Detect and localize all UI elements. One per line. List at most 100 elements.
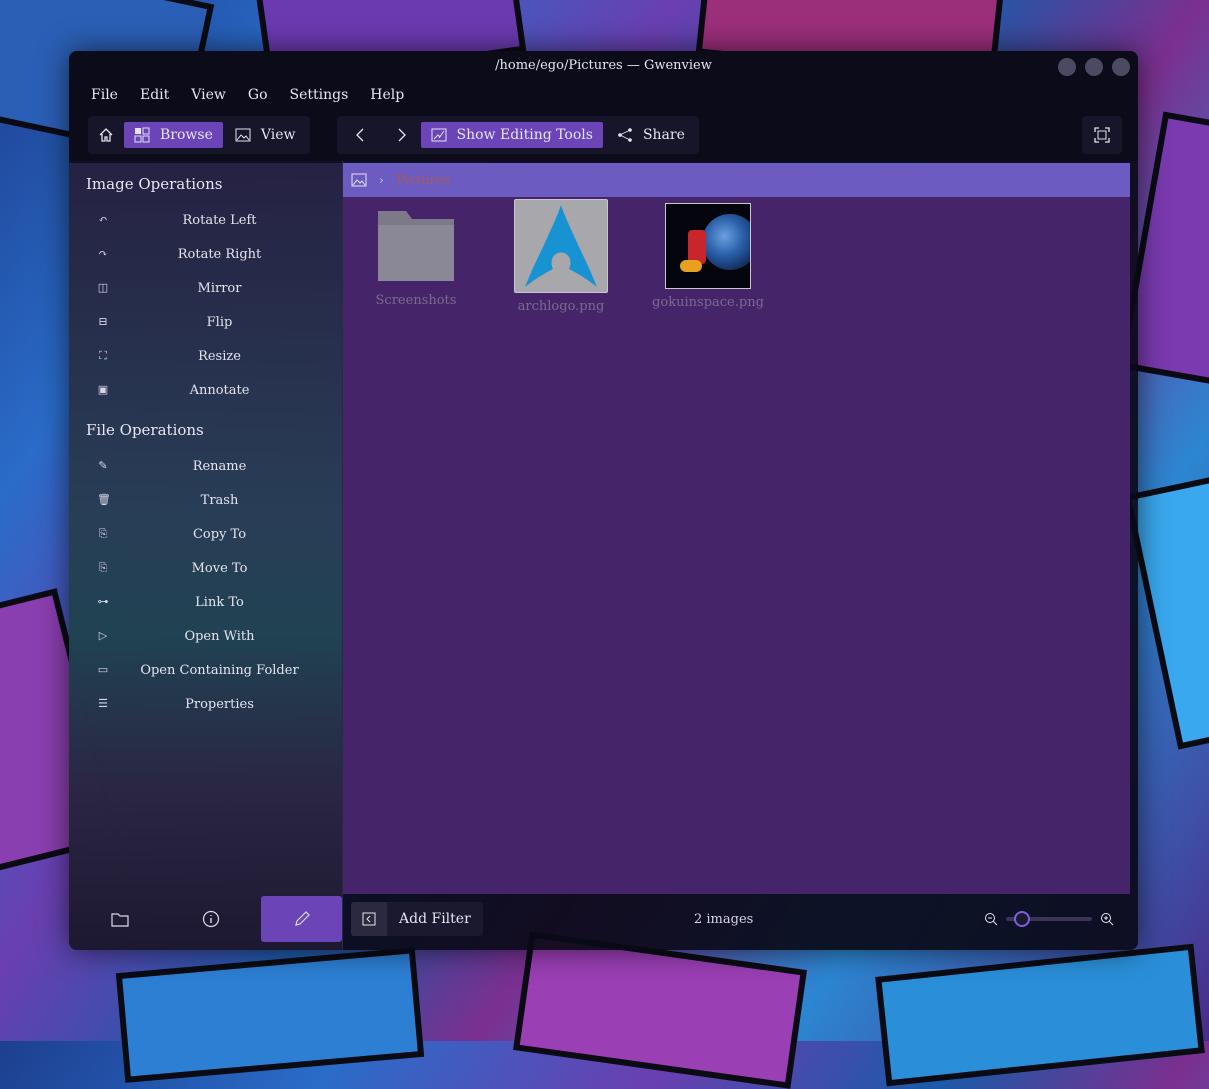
edit-image-icon <box>431 128 446 142</box>
file-operations-title: File Operations <box>86 421 204 439</box>
add-filter-label: Add Filter <box>399 911 471 927</box>
copy-to-label: Copy To <box>192 526 247 542</box>
browse-button[interactable]: Browse <box>124 122 223 148</box>
zoom-control <box>984 911 1114 927</box>
view-label: View <box>260 127 296 143</box>
annotate-item[interactable]: ▣ Annotate <box>69 373 342 407</box>
fullscreen-icon[interactable] <box>1094 127 1110 143</box>
thumbnail-view[interactable]: › Pictures Screenshots archlogo.png goku… <box>343 163 1130 894</box>
show-editing-tools-button[interactable]: Show Editing Tools <box>420 122 603 148</box>
mirror-icon: ◫ <box>97 281 109 294</box>
chevron-left-icon <box>355 128 363 142</box>
sidebar-tabs <box>69 896 342 942</box>
back-button[interactable] <box>341 122 381 148</box>
wallpaper-shape <box>513 931 807 1089</box>
link-to-item[interactable]: ⊶ Link To <box>69 585 342 619</box>
open-containing-folder-item[interactable]: ▭ Open Containing Folder <box>69 653 342 687</box>
view-button[interactable]: View <box>225 122 306 148</box>
earth-graphic <box>702 214 750 270</box>
rotate-left-label: Rotate Left <box>182 212 257 228</box>
rotate-right-item[interactable]: ↷ Rotate Right <box>69 237 342 271</box>
copy-to-item[interactable]: ⎘ Copy To <box>69 517 342 551</box>
flip-icon: ⊟ <box>98 315 108 328</box>
thumbnail-item[interactable]: gokuinspace.png <box>635 197 781 310</box>
menu-edit[interactable]: Edit <box>140 87 169 103</box>
folder-icon: ▭ <box>97 663 109 676</box>
maximize-button[interactable] <box>1085 58 1103 76</box>
wallpaper-shape <box>875 943 1205 1087</box>
breadcrumb-current[interactable]: Pictures <box>396 173 450 188</box>
cloud-graphic <box>680 260 702 272</box>
thumbnail-item[interactable]: archlogo.png <box>488 197 634 314</box>
thumbnail-caption: gokuinspace.png <box>652 295 764 310</box>
nav-group: Show Editing Tools Share <box>336 116 699 154</box>
properties-icon: ☰ <box>98 697 108 710</box>
zoom-in-icon[interactable] <box>1100 912 1114 926</box>
open-containing-folder-label: Open Containing Folder <box>140 662 299 678</box>
places-icon[interactable] <box>351 172 367 188</box>
rotate-right-icon: ↷ <box>98 247 108 260</box>
folder-icon <box>378 211 454 281</box>
zoom-slider[interactable] <box>1006 911 1092 927</box>
show-editing-tools-label: Show Editing Tools <box>456 127 593 143</box>
thumbnail-grid: Screenshots archlogo.png gokuinspace.png <box>343 197 1130 317</box>
image-icon <box>235 128 251 142</box>
menu-help[interactable]: Help <box>370 87 404 103</box>
content-area: Image Operations ↶ Rotate Left ↷ Rotate Ri… <box>69 161 1138 950</box>
resize-label: Resize <box>198 348 241 364</box>
share-label: Share <box>642 127 685 143</box>
operations-tab[interactable] <box>261 896 342 942</box>
resize-item[interactable]: ⛶ Resize <box>69 339 342 373</box>
menu-go[interactable]: Go <box>248 87 268 103</box>
add-filter-button[interactable]: Add Filter <box>351 902 483 936</box>
trash-icon: 🗑 <box>97 493 111 506</box>
rotate-left-item[interactable]: ↶ Rotate Left <box>69 203 342 237</box>
rotate-right-label: Rotate Right <box>177 246 262 262</box>
mode-group: Browse View <box>88 116 310 154</box>
breadcrumb: › Pictures <box>343 163 1130 197</box>
mirror-label: Mirror <box>197 280 242 296</box>
rename-label: Rename <box>192 458 247 474</box>
filter-toggle-icon <box>351 902 387 936</box>
mirror-item[interactable]: ◫ Mirror <box>69 271 342 305</box>
thumbnail-item[interactable]: Screenshots <box>343 197 489 308</box>
image-operations-title: Image Operations <box>86 175 223 193</box>
minimize-button[interactable] <box>1058 58 1076 76</box>
forward-button[interactable] <box>381 122 421 148</box>
gokuinspace-thumbnail <box>665 203 751 289</box>
flip-item[interactable]: ⊟ Flip <box>69 305 342 339</box>
folders-tab[interactable] <box>79 896 160 942</box>
zoom-out-icon[interactable] <box>984 912 998 926</box>
properties-label: Properties <box>185 696 254 712</box>
menu-file[interactable]: File <box>91 87 118 103</box>
title-bar[interactable]: /home/ego/Pictures — Gwenview <box>69 51 1138 81</box>
annotate-icon: ▣ <box>97 383 109 396</box>
properties-item[interactable]: ☰ Properties <box>69 687 342 721</box>
open-with-item[interactable]: ▷ Open With <box>69 619 342 653</box>
info-icon <box>202 910 219 928</box>
gwenview-window: /home/ego/Pictures — Gwenview File Edit … <box>69 51 1138 950</box>
pencil-icon <box>294 911 310 926</box>
chevron-right-icon <box>398 128 406 142</box>
close-button[interactable] <box>1112 58 1130 76</box>
zoom-slider-handle[interactable] <box>1014 911 1030 927</box>
menu-view[interactable]: View <box>191 87 226 103</box>
move-to-item[interactable]: ⎘ Move To <box>69 551 342 585</box>
folder-icon <box>110 913 129 927</box>
menu-settings[interactable]: Settings <box>290 87 349 103</box>
rename-item[interactable]: ✎ Rename <box>69 449 342 483</box>
resize-icon: ⛶ <box>99 349 107 362</box>
open-with-icon: ▷ <box>98 629 108 642</box>
share-button[interactable]: Share <box>607 122 695 148</box>
thumbnail-caption: archlogo.png <box>517 299 605 314</box>
thumbnail-caption: Screenshots <box>375 293 457 308</box>
pencil-icon: ✎ <box>98 459 108 472</box>
open-with-label: Open With <box>184 628 255 644</box>
home-button[interactable] <box>92 122 120 148</box>
main-toolbar: Browse View Show Editing Tools Share <box>69 109 1138 161</box>
information-tab[interactable] <box>170 896 251 942</box>
browse-label: Browse <box>160 127 213 143</box>
share-icon <box>618 128 632 142</box>
sidebar: Image Operations ↶ Rotate Left ↷ Rotate Ri… <box>69 163 342 950</box>
trash-item[interactable]: 🗑 Trash <box>69 483 342 517</box>
